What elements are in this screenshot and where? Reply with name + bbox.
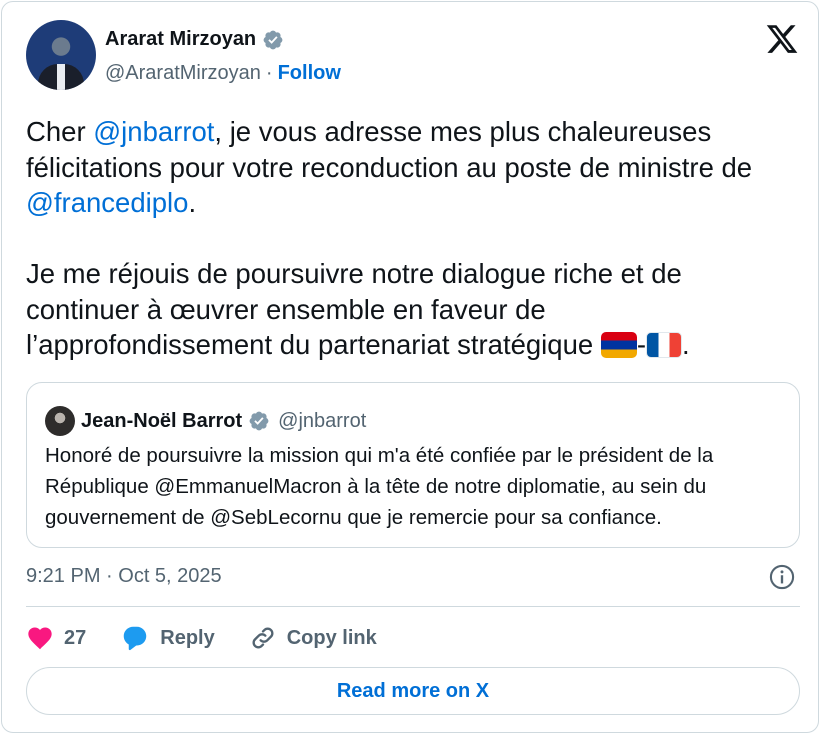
author-avatar[interactable]: [26, 20, 96, 90]
quoted-author-name: Jean-Noël Barrot: [81, 409, 243, 432]
copy-link-label: Copy link: [286, 626, 377, 649]
tweet-body: Cher @jnbarrot, je vous adresse mes plus…: [26, 114, 796, 363]
tweet-text-segment: .: [681, 329, 690, 360]
mention-jnbarrot[interactable]: @jnbarrot: [93, 116, 214, 147]
quoted-author-handle: @jnbarrot: [278, 409, 367, 432]
read-more-button[interactable]: Read more on X: [26, 667, 800, 715]
verified-badge-icon: [249, 411, 269, 431]
like-count: 27: [64, 626, 87, 649]
tweet-text-segment: Cher: [26, 116, 94, 147]
quoted-tweet[interactable]: Jean-Noël Barrot @jnbarrot Honoré de pou…: [26, 382, 800, 548]
author-display-name[interactable]: Ararat Mirzoyan: [105, 28, 256, 51]
reply-label: Reply: [160, 626, 215, 649]
france-flag-icon: [645, 332, 682, 358]
info-icon[interactable]: [768, 563, 796, 591]
tweet-text-segment: Je me réjouis de poursuivre notre dialog…: [26, 258, 682, 360]
flag-dash: -: [636, 329, 646, 360]
copy-link-button[interactable]: Copy link: [249, 624, 377, 652]
quoted-tweet-text: Honoré de poursuivre la mission qui m'a …: [45, 444, 714, 529]
reply-button[interactable]: Reply: [120, 623, 215, 653]
author-name-row: Ararat Mirzoyan: [105, 28, 284, 51]
verified-badge-icon: [263, 30, 283, 49]
reply-bubble-icon: [124, 626, 147, 651]
link-icon: [252, 627, 274, 649]
like-button[interactable]: 27: [26, 624, 86, 652]
tweet-timestamp[interactable]: 9:21 PM · Oct 5, 2025: [26, 565, 222, 588]
author-handle[interactable]: @AraratMirzoyan: [105, 62, 261, 85]
tweet-paragraph-2: Je me réjouis de poursuivre notre dialog…: [26, 256, 796, 363]
quoted-author-avatar: [45, 406, 75, 436]
heart-icon: [28, 627, 52, 650]
divider: [26, 606, 800, 607]
author-handle-row: @AraratMirzoyan · Follow: [105, 62, 341, 85]
avatar-shirt: [57, 64, 65, 90]
tweet-card: Ararat Mirzoyan @AraratMirzoyan · Follow…: [1, 1, 819, 733]
armenia-flag-icon: [600, 332, 637, 358]
follow-button[interactable]: Follow: [278, 62, 341, 85]
action-bar: 27 Reply Copy link: [26, 622, 377, 654]
tweet-text-segment: .: [188, 187, 197, 218]
tweet-paragraph-1: Cher @jnbarrot, je vous adresse mes plus…: [26, 114, 796, 221]
x-logo-icon[interactable]: [765, 22, 799, 56]
mention-francediplo[interactable]: @francediplo: [26, 187, 188, 218]
handle-separator: ·: [265, 62, 273, 84]
quoted-tweet-header: Jean-Noël Barrot @jnbarrot: [45, 406, 366, 436]
